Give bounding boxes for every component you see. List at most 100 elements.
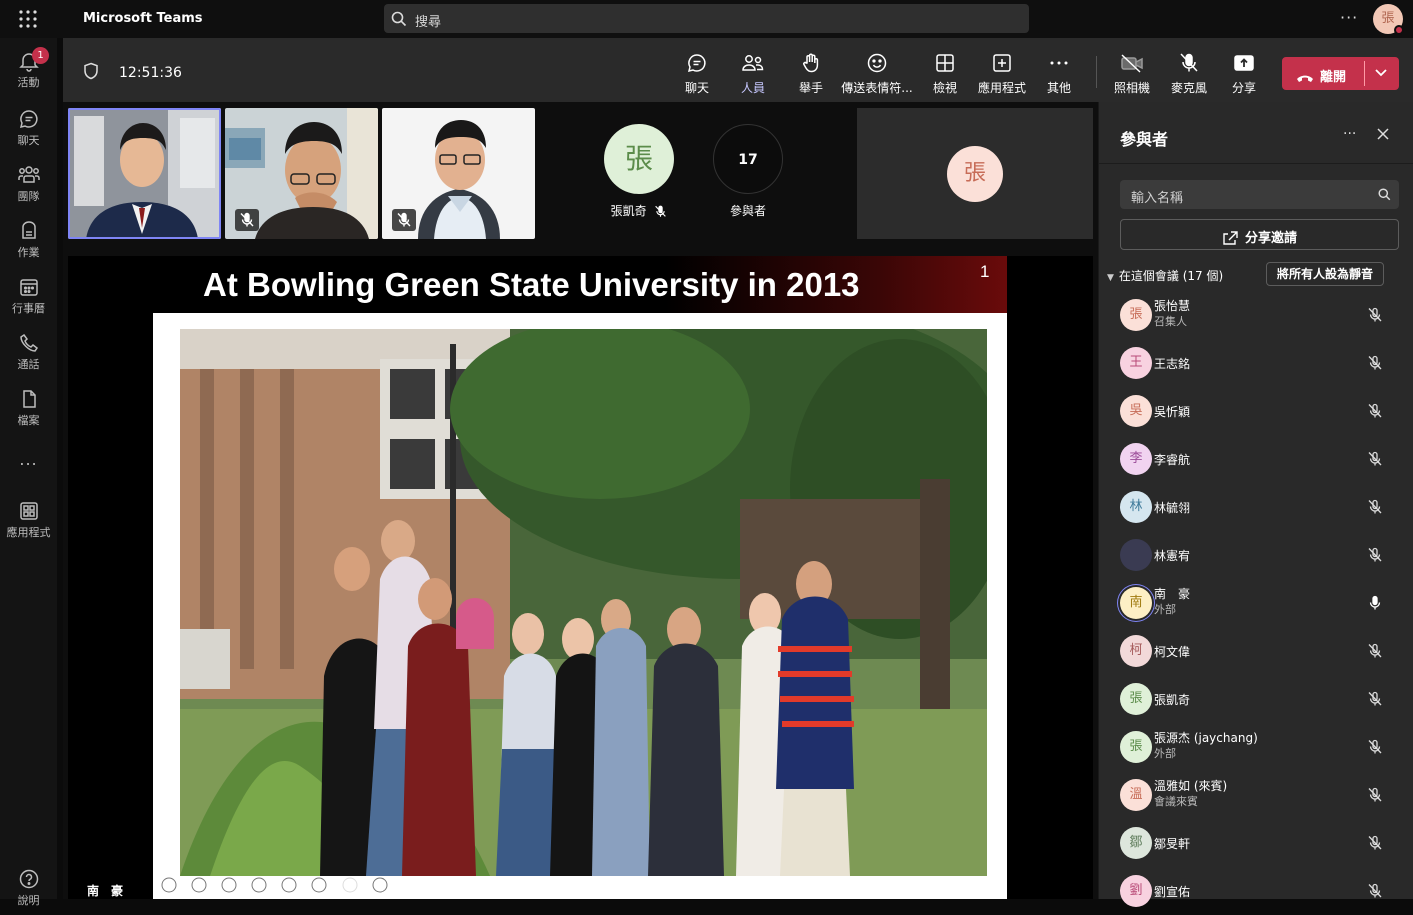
meeting-section-header[interactable]: ▼ 在這個會議 (17 個) <box>1107 267 1223 284</box>
participant-row[interactable]: 柯柯文偉 <box>1099 627 1413 675</box>
leave-main[interactable]: 離開 <box>1296 66 1346 85</box>
participant-row[interactable]: 劉劉宣佑 <box>1099 867 1413 915</box>
participant-row[interactable]: 鄒鄒旻軒 <box>1099 819 1413 867</box>
participant-row[interactable]: 吳吳忻穎 <box>1099 387 1413 435</box>
rail-item-assignments[interactable]: 作業 <box>0 220 57 260</box>
participant-row[interactable]: 南南 豪外部 <box>1099 579 1413 627</box>
video-tile-speaker[interactable] <box>68 108 221 239</box>
calendar-icon <box>0 276 57 298</box>
participant-row[interactable]: 張張怡慧 召集人 <box>1099 291 1413 339</box>
mic-off-icon[interactable] <box>1367 307 1383 323</box>
mic-off-icon[interactable] <box>1367 355 1383 371</box>
reactions-button[interactable]: 傳送表情符... <box>841 52 913 96</box>
participant-row[interactable]: 張張凱奇 <box>1099 675 1413 723</box>
chevron-down-icon[interactable] <box>1374 68 1388 78</box>
share-icon <box>1223 231 1238 245</box>
add-app-icon <box>977 52 1027 74</box>
mic-off-icon[interactable] <box>1367 451 1383 467</box>
chat-button[interactable]: 聊天 <box>683 52 711 96</box>
share-invite-button[interactable]: 分享邀請 <box>1120 219 1399 250</box>
raise-hand-button[interactable]: 舉手 <box>797 52 825 96</box>
mic-off-icon[interactable] <box>1367 643 1383 659</box>
more-actions-button[interactable]: 其他 <box>1046 52 1072 96</box>
rail-item-activity[interactable]: 1 活動 <box>0 47 57 90</box>
share-invite-label: 分享邀請 <box>1244 231 1297 246</box>
participant-name: 張凱奇 <box>610 204 647 218</box>
view-button[interactable]: 檢視 <box>931 52 959 96</box>
mic-icon[interactable] <box>1367 595 1383 611</box>
video-tile-participant[interactable] <box>382 108 535 239</box>
mic-off-icon[interactable] <box>1367 835 1383 851</box>
leave-divider <box>1364 61 1365 86</box>
leave-button[interactable]: 離開 <box>1282 57 1399 90</box>
activity-badge: 1 <box>32 47 49 64</box>
participant-count: 17 <box>713 124 783 194</box>
people-button[interactable]: 人員 <box>739 52 767 105</box>
rail-item-help[interactable]: 說明 <box>0 868 57 908</box>
rail-item-apps[interactable]: 應用程式 <box>0 500 57 540</box>
participant-row[interactable]: 溫溫雅如 (來賓) 會議來賓 <box>1099 771 1413 819</box>
mic-off-icon[interactable] <box>1367 787 1383 803</box>
participant-tile[interactable]: 張 <box>857 108 1093 239</box>
rail-label: 應用程式 <box>6 526 51 539</box>
participant-name: 林憲宥 <box>1154 549 1191 563</box>
people-icon <box>739 52 767 74</box>
panel-more-button[interactable]: ··· <box>1343 126 1356 142</box>
mute-all-button[interactable]: 將所有人設為靜音 <box>1266 262 1384 286</box>
participant-name: 林毓翎 <box>1154 501 1191 515</box>
participant-avatar: 鄒 <box>1120 827 1152 859</box>
shared-content: At Bowling Green State University in 201… <box>68 256 1093 899</box>
participant-row[interactable]: 林憲宥 <box>1099 531 1413 579</box>
close-icon[interactable] <box>1377 128 1389 140</box>
mic-off-icon[interactable] <box>1367 499 1383 515</box>
chat-label: 聊天 <box>684 81 709 95</box>
share-invite-content: 分享邀請 <box>1222 227 1297 246</box>
apps-button[interactable]: 應用程式 <box>977 52 1027 96</box>
participant-row[interactable]: 李李睿航 <box>1099 435 1413 483</box>
rail-item-chat[interactable]: 聊天 <box>0 108 57 148</box>
mic-off-icon[interactable] <box>1367 883 1383 899</box>
more-label: 其他 <box>1046 81 1071 95</box>
participant-row[interactable]: 王王志銘 <box>1099 339 1413 387</box>
rail-more-button[interactable]: ... <box>0 450 57 469</box>
share-button[interactable]: 分享 <box>1231 52 1257 96</box>
rail-item-calls[interactable]: 通話 <box>0 332 57 372</box>
avatar-tile[interactable]: 張 張凱奇 <box>584 124 694 219</box>
apps-icon <box>0 500 57 522</box>
hand-icon <box>797 52 825 74</box>
participant-role: 外部 <box>1154 747 1176 760</box>
mic-off-icon[interactable] <box>1367 691 1383 707</box>
search-input[interactable]: 搜尋 <box>384 4 1029 33</box>
muted-indicator <box>235 209 259 231</box>
muted-indicator <box>392 209 416 231</box>
raise-hand-label: 舉手 <box>798 81 823 95</box>
participant-search-input[interactable]: 輸入名稱 <box>1120 180 1399 209</box>
app-launcher-icon[interactable] <box>18 9 38 29</box>
video-tile-participant[interactable] <box>225 108 378 239</box>
participant-avatar: 李 <box>1120 443 1152 475</box>
participant-name: 王志銘 <box>1154 357 1191 371</box>
camera-button[interactable]: 照相機 <box>1113 52 1151 96</box>
mic-off-icon[interactable] <box>1367 547 1383 563</box>
chat-icon <box>683 52 711 74</box>
slide-title: At Bowling Green State University in 201… <box>203 266 860 303</box>
leave-label: 離開 <box>1320 70 1347 85</box>
participant-row[interactable]: 林林毓翎 <box>1099 483 1413 531</box>
rail-item-teams[interactable]: 團隊 <box>0 164 57 204</box>
video-frame-1 <box>68 108 221 239</box>
user-avatar[interactable]: 張 <box>1373 4 1404 35</box>
rail-item-calendar[interactable]: 行事曆 <box>0 276 57 316</box>
mic-off-icon <box>240 212 254 227</box>
slide-toolbar[interactable] <box>160 876 400 894</box>
mic-off-icon[interactable] <box>1367 403 1383 419</box>
participant-row[interactable]: 張張源杰 (jaychang) 外部 <box>1099 723 1413 771</box>
rail-label: 通話 <box>17 358 40 371</box>
more-icon: ... <box>19 450 38 469</box>
mic-off-icon[interactable] <box>1367 739 1383 755</box>
rail-item-files[interactable]: 檔案 <box>0 388 57 428</box>
mic-off-icon <box>397 212 411 227</box>
participant-name: 溫雅如 (來賓) <box>1154 779 1228 793</box>
settings-more-button[interactable]: ··· <box>1340 8 1358 27</box>
participant-count-tile[interactable]: 17 參與者 <box>698 124 798 219</box>
mic-button[interactable]: 麥克風 <box>1170 52 1208 96</box>
